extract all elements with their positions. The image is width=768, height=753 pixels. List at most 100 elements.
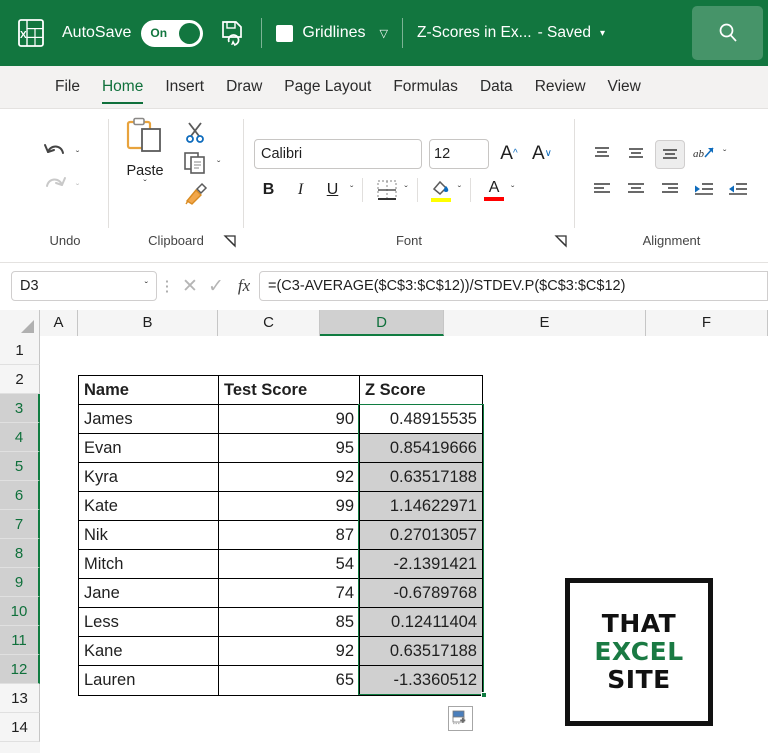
cell-b11[interactable]: Kane	[79, 637, 219, 666]
cell-d12[interactable]: -1.3360512	[360, 666, 482, 695]
cell-c11[interactable]: 92	[219, 637, 360, 666]
cell-d2[interactable]: Z Score	[360, 376, 482, 405]
align-top-icon[interactable]	[587, 140, 617, 169]
row-header-6[interactable]: 6	[0, 481, 40, 510]
cell-b4[interactable]: Evan	[79, 434, 219, 463]
row-header-1[interactable]: 1	[0, 336, 40, 365]
cell-c3[interactable]: 90	[219, 405, 360, 434]
column-header-d[interactable]: D	[320, 310, 444, 336]
font-color-button[interactable]: A	[480, 180, 508, 201]
cell-b6[interactable]: Kate	[79, 492, 219, 521]
row-header-5[interactable]: 5	[0, 452, 40, 481]
tab-insert[interactable]: Insert	[154, 66, 215, 108]
row-header-13[interactable]: 13	[0, 684, 40, 713]
cell-c2[interactable]: Test Score	[219, 376, 360, 405]
row-header-3[interactable]: 3	[0, 394, 40, 423]
autofill-options-button[interactable]	[448, 706, 473, 731]
cell-c12[interactable]: 65	[219, 666, 360, 695]
font-color-dropdown-chevron-icon[interactable]: ˇ	[511, 185, 514, 196]
formula-input[interactable]	[259, 271, 768, 301]
row-header-7[interactable]: 7	[0, 510, 40, 539]
document-menu-chevron-icon[interactable]: ▾	[600, 28, 605, 39]
italic-button[interactable]: I	[286, 176, 315, 205]
row-header-2[interactable]: 2	[0, 365, 40, 394]
column-header-a[interactable]: A	[40, 310, 78, 336]
column-header-f[interactable]: F	[646, 310, 768, 336]
column-header-e[interactable]: E	[444, 310, 646, 336]
cell-d6[interactable]: 1.14622971	[360, 492, 482, 521]
borders-icon[interactable]	[372, 176, 401, 205]
undo-arrow-icon[interactable]	[41, 140, 69, 171]
align-bottom-icon[interactable]	[655, 140, 685, 169]
underline-button[interactable]: U	[318, 176, 347, 205]
search-button[interactable]	[692, 6, 763, 60]
font-size-input[interactable]: 12	[429, 139, 489, 169]
cell-c5[interactable]: 92	[219, 463, 360, 492]
cell-b10[interactable]: Less	[79, 608, 219, 637]
sheet-surface[interactable]: Name Test Score Z Score James 90 0.48915…	[40, 336, 768, 753]
cell-b5[interactable]: Kyra	[79, 463, 219, 492]
cell-c10[interactable]: 85	[219, 608, 360, 637]
gridlines-checkbox[interactable]	[276, 25, 293, 42]
cell-c4[interactable]: 95	[219, 434, 360, 463]
tab-formulas[interactable]: Formulas	[382, 66, 469, 108]
bold-button[interactable]: B	[254, 176, 283, 205]
decrease-font-size-icon[interactable]: A∨	[529, 140, 555, 168]
cell-b9[interactable]: Jane	[79, 579, 219, 608]
align-center-icon[interactable]	[621, 175, 651, 204]
row-header-8[interactable]: 8	[0, 539, 40, 568]
cell-b7[interactable]: Nik	[79, 521, 219, 550]
align-right-icon[interactable]	[655, 175, 685, 204]
cell-d7[interactable]: 0.27013057	[360, 521, 482, 550]
align-middle-icon[interactable]	[621, 140, 651, 169]
autosave-toggle[interactable]: On	[141, 20, 203, 47]
fill-color-button[interactable]	[427, 179, 455, 202]
tab-review[interactable]: Review	[524, 66, 597, 108]
align-left-icon[interactable]	[587, 175, 617, 204]
cancel-x-icon[interactable]: ✕	[177, 271, 203, 301]
borders-dropdown-chevron-icon[interactable]: ˇ	[404, 185, 407, 196]
cell-c6[interactable]: 99	[219, 492, 360, 521]
tab-view[interactable]: View	[597, 66, 652, 108]
column-header-c[interactable]: C	[218, 310, 320, 336]
increase-indent-icon[interactable]	[723, 175, 753, 204]
name-box-chevron-down-icon[interactable]: ˇ	[145, 281, 148, 292]
cell-d8[interactable]: -2.1391421	[360, 550, 482, 579]
chevron-down-icon[interactable]: ▽	[380, 27, 388, 40]
enter-check-icon[interactable]: ✓	[203, 271, 229, 301]
format-painter-icon[interactable]	[183, 182, 209, 211]
save-refresh-icon[interactable]	[217, 18, 247, 48]
cell-d5[interactable]: 0.63517188	[360, 463, 482, 492]
copy-dropdown-chevron-icon[interactable]: ˇ	[217, 160, 220, 171]
tab-page-layout[interactable]: Page Layout	[273, 66, 382, 108]
decrease-indent-icon[interactable]	[689, 175, 719, 204]
cell-d9[interactable]: -0.6789768	[360, 579, 482, 608]
cell-c7[interactable]: 87	[219, 521, 360, 550]
fill-color-dropdown-chevron-icon[interactable]: ˇ	[458, 185, 461, 196]
paste-button[interactable]: Paste ˇ	[109, 117, 181, 190]
font-dialog-launcher-icon[interactable]	[554, 234, 570, 250]
fx-icon[interactable]: fx	[229, 276, 259, 296]
font-name-input[interactable]: Calibri	[254, 139, 422, 169]
cell-d4[interactable]: 0.85419666	[360, 434, 482, 463]
name-box[interactable]: D3 ˇ	[11, 271, 157, 301]
cell-b8[interactable]: Mitch	[79, 550, 219, 579]
tab-draw[interactable]: Draw	[215, 66, 273, 108]
cell-c9[interactable]: 74	[219, 579, 360, 608]
row-header-14[interactable]: 14	[0, 713, 40, 742]
cell-d10[interactable]: 0.12411404	[360, 608, 482, 637]
scissors-icon[interactable]	[183, 120, 207, 149]
column-header-b[interactable]: B	[78, 310, 218, 336]
orientation-dropdown-chevron-icon[interactable]: ˇ	[723, 149, 726, 160]
tab-file[interactable]: File	[44, 66, 91, 108]
cell-c8[interactable]: 54	[219, 550, 360, 579]
tab-data[interactable]: Data	[469, 66, 524, 108]
cell-b12[interactable]: Lauren	[79, 666, 219, 695]
underline-dropdown-chevron-icon[interactable]: ˇ	[350, 185, 353, 196]
row-header-12[interactable]: 12	[0, 655, 40, 684]
cell-d11[interactable]: 0.63517188	[360, 637, 482, 666]
document-title[interactable]: Z-Scores in Ex...	[417, 24, 532, 42]
clipboard-dialog-launcher-icon[interactable]	[223, 234, 239, 250]
fill-handle[interactable]	[481, 692, 487, 698]
paste-dropdown-chevron-icon[interactable]: ˇ	[143, 179, 146, 190]
